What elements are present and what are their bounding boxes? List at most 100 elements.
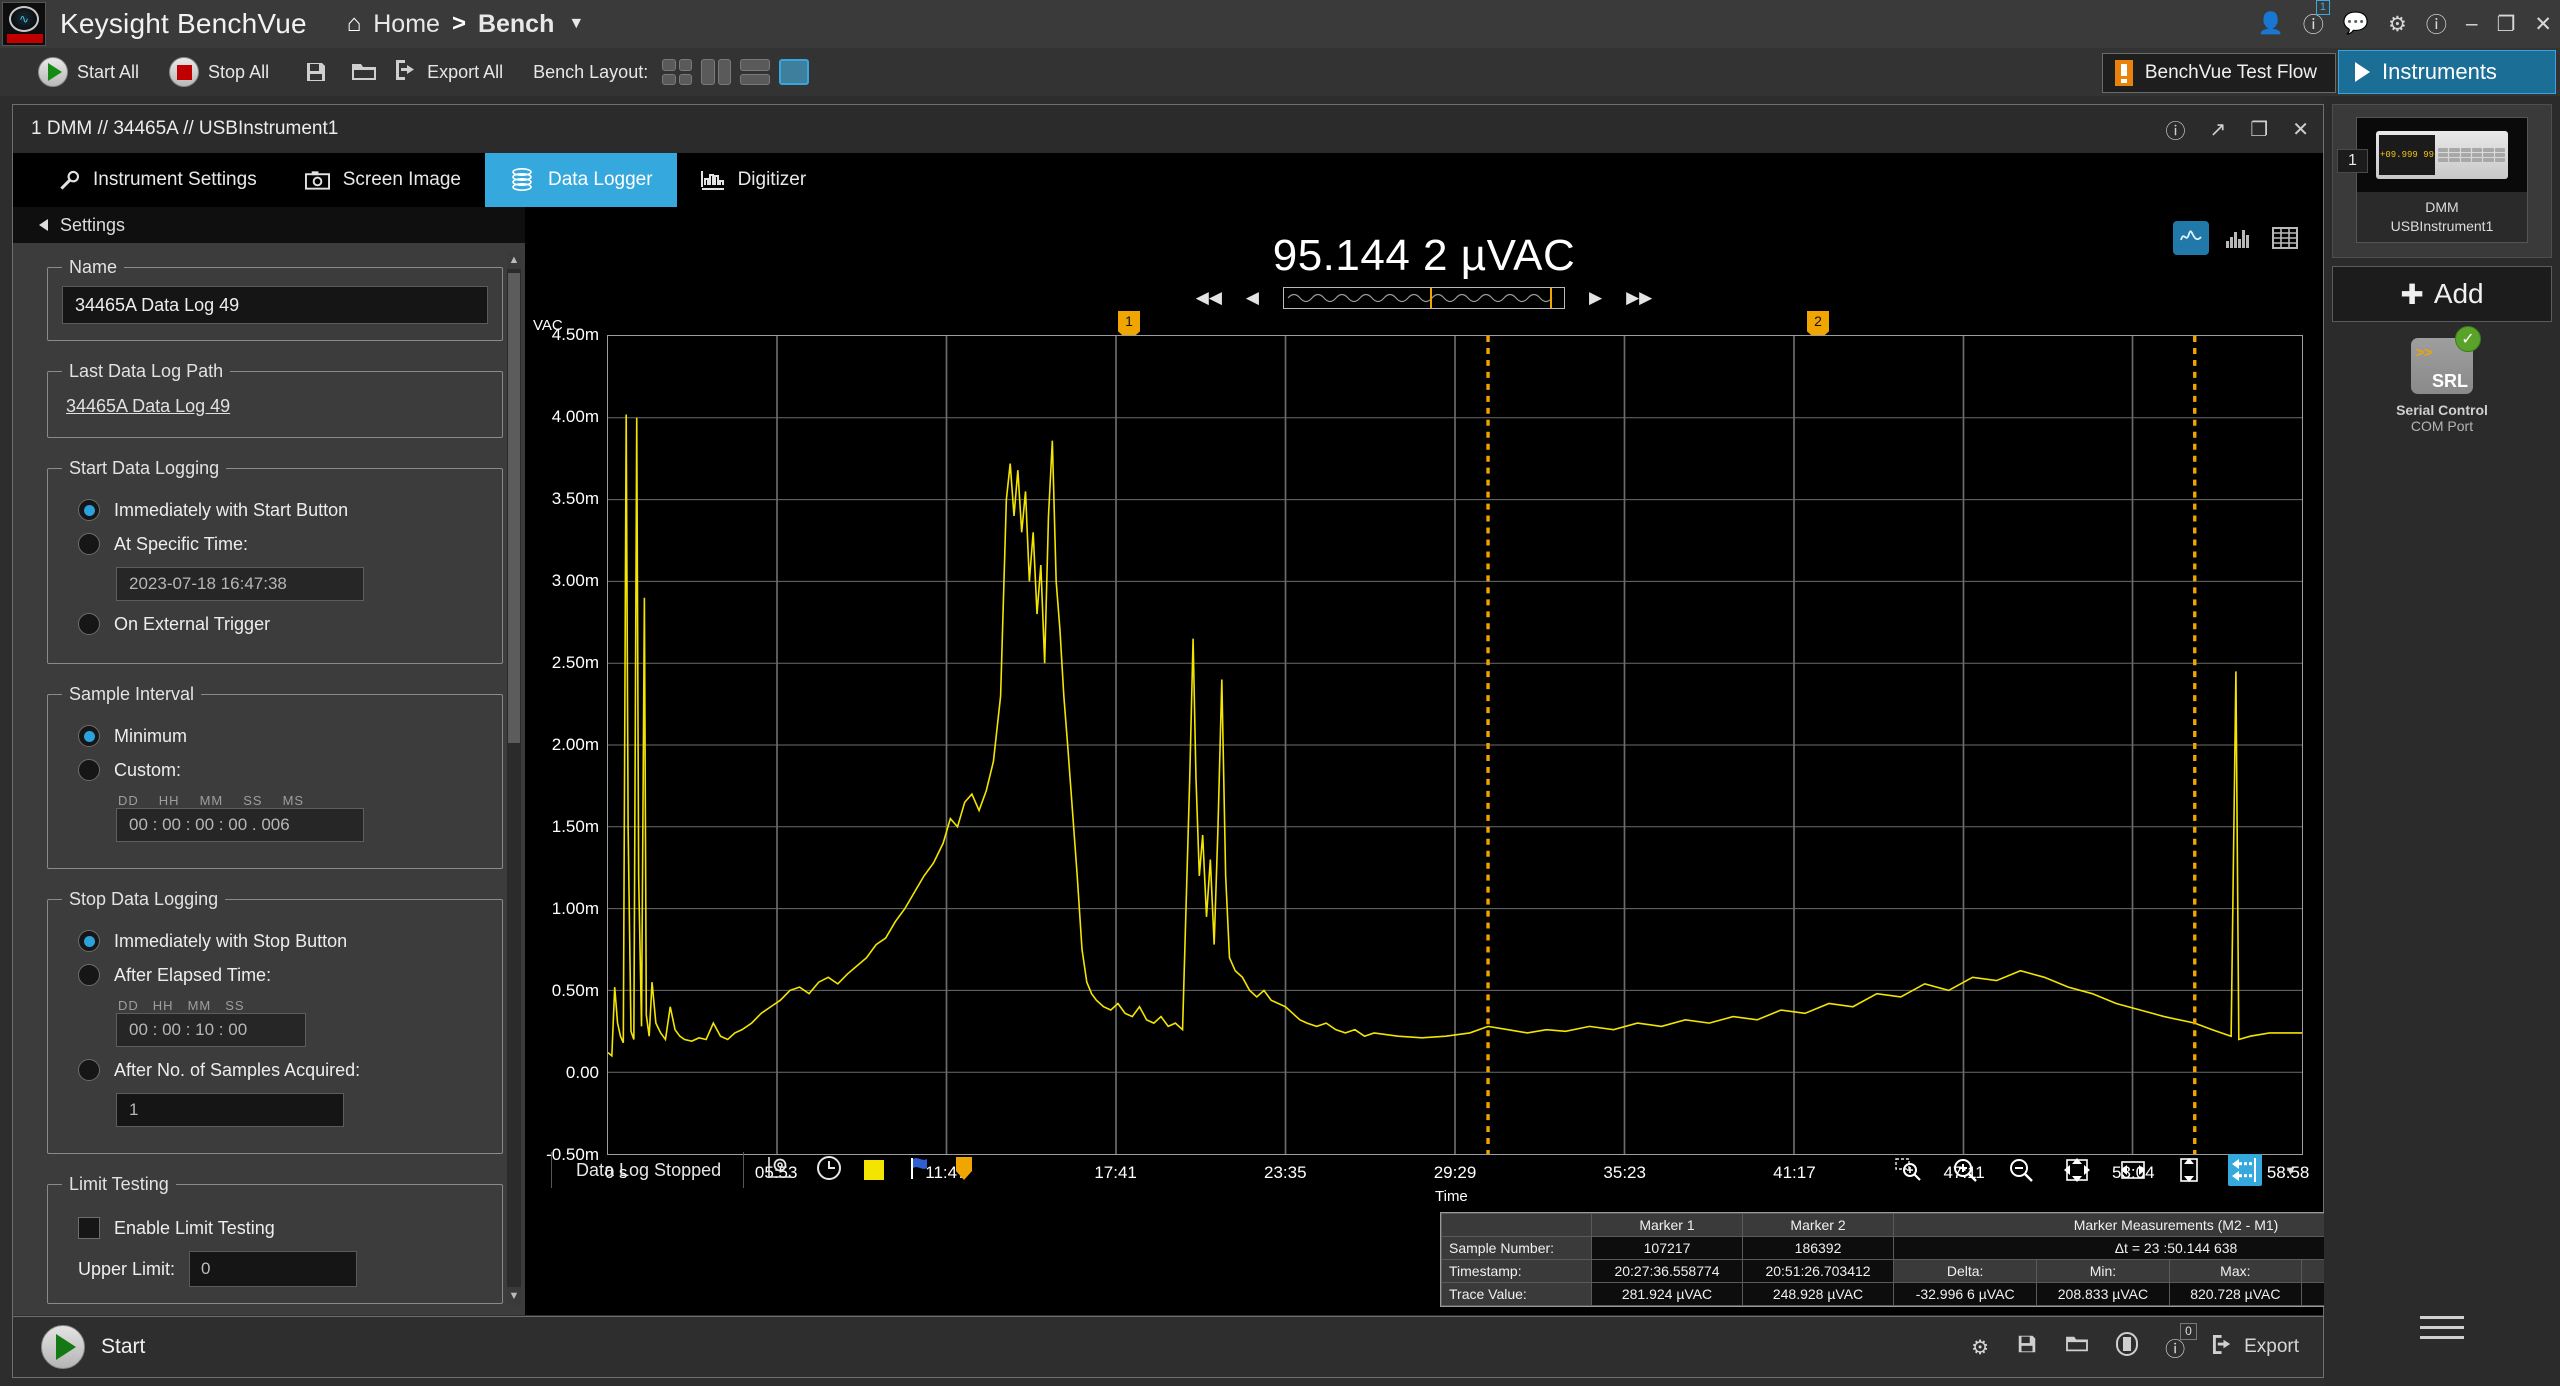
radio-start-at-time[interactable]: At Specific Time: (78, 533, 488, 555)
zoom-box-icon[interactable] (1892, 1154, 1926, 1186)
gear-icon[interactable]: ⚙ (2388, 12, 2407, 37)
settings-header[interactable]: Settings (13, 207, 525, 243)
settings-scrollbar[interactable]: ▲ ▼ (507, 251, 521, 1305)
popout-icon[interactable]: ↗ (2210, 117, 2227, 142)
instruments-panel-toggle[interactable]: Instruments (2338, 50, 2556, 94)
save-icon[interactable] (2016, 1333, 2038, 1361)
radio-start-external-trigger[interactable]: On External Trigger (78, 613, 488, 635)
group-legend: Last Data Log Path (62, 361, 230, 382)
step-forward-icon[interactable]: ▶ (1589, 288, 1602, 308)
radio-label: Minimum (114, 726, 187, 747)
home-icon[interactable]: ⌂ (347, 10, 362, 38)
plot-canvas[interactable] (607, 335, 2303, 1155)
breadcrumb-bench[interactable]: Bench (478, 10, 554, 39)
skip-forward-icon[interactable]: ▶▶ (1626, 288, 1652, 308)
tab-label: Digitizer (738, 169, 807, 191)
add-instrument-button[interactable]: ✚ Add (2332, 266, 2552, 322)
y-axis-tick: 3.50m (552, 489, 599, 509)
help-icon[interactable]: ⓘ (2166, 115, 2186, 144)
layout-two-column-button[interactable] (701, 59, 731, 85)
flag-icon[interactable] (906, 1155, 932, 1186)
radio-label: At Specific Time: (114, 534, 248, 555)
alert-icon[interactable]: ⓘ 0 (2165, 1333, 2185, 1362)
start-all-button[interactable]: Start All (38, 57, 139, 87)
start-specific-time-input[interactable]: 2023-07-18 16:47:38 (116, 567, 364, 601)
device-icon[interactable] (2116, 1332, 2138, 1362)
sample-interval-input[interactable]: 00 : 00 : 00 : 00 . 006 (116, 808, 364, 842)
layout-two-row-button[interactable] (740, 59, 770, 85)
pan-left-icon[interactable] (2228, 1154, 2262, 1186)
zoom-out-icon[interactable] (2004, 1154, 2038, 1186)
layout-quad-button[interactable] (662, 59, 692, 85)
tab-data-logger[interactable]: Data Logger (485, 153, 677, 207)
table-corner (1442, 1214, 1592, 1237)
gear-icon[interactable]: ⚙ (1971, 1335, 1989, 1360)
stop-all-button[interactable]: Stop All (169, 57, 269, 87)
open-folder-icon[interactable] (2065, 1334, 2089, 1360)
last-data-log-path-link[interactable]: 34465A Data Log 49 (66, 396, 230, 417)
chart-area: 95.144 2 µVAC ◀◀ ◀ (525, 207, 2323, 1315)
benchvue-test-flow-button[interactable]: BenchVue Test Flow (2102, 53, 2336, 93)
trace-view-icon[interactable] (2173, 221, 2209, 255)
radio-interval-custom[interactable]: Custom: (78, 759, 488, 781)
hamburger-icon[interactable] (2420, 1316, 2464, 1346)
tab-label: Data Logger (548, 169, 653, 191)
fit-all-icon[interactable] (2060, 1154, 2094, 1186)
close-icon[interactable]: ✕ (2534, 12, 2552, 37)
time-icon[interactable] (816, 1155, 842, 1186)
enable-limit-testing-checkbox[interactable]: Enable Limit Testing (78, 1217, 488, 1239)
table-view-icon[interactable] (2267, 221, 2303, 255)
datalog-name-input[interactable]: 34465A Data Log 49 (62, 286, 488, 324)
upper-limit-input[interactable]: 0 (189, 1251, 357, 1287)
close-icon[interactable]: ✕ (2292, 117, 2309, 142)
alert-icon[interactable]: ⓘ 1 (2303, 9, 2324, 39)
save-icon[interactable] (299, 55, 333, 89)
scroll-down-arrow[interactable]: ▼ (507, 1287, 521, 1305)
marker-icon[interactable] (954, 1155, 974, 1186)
radio-stop-after-samples[interactable]: After No. of Samples Acquired: (78, 1059, 488, 1081)
restore-icon[interactable]: ❐ (2497, 12, 2516, 37)
elapsed-time-input[interactable]: 00 : 00 : 10 : 00 (116, 1013, 306, 1047)
tab-digitizer[interactable]: Digitizer (677, 153, 831, 207)
zoom-in-icon[interactable] (1948, 1154, 1982, 1186)
chevron-down-icon[interactable]: ▼ (568, 15, 584, 33)
layout-single-button[interactable] (779, 59, 809, 85)
radio-label: On External Trigger (114, 614, 270, 635)
export-button[interactable]: Export (2212, 1334, 2299, 1361)
dmm-thumbnail: +09.999 99 (2357, 118, 2527, 192)
user-icon[interactable]: 👤 (2258, 12, 2284, 36)
chevron-down-icon[interactable]: ▼ (2284, 1163, 2297, 1178)
radio-stop-immediately[interactable]: Immediately with Stop Button (78, 930, 488, 952)
fit-horizontal-icon[interactable] (2116, 1154, 2150, 1186)
radio-interval-minimum[interactable]: Minimum (78, 725, 488, 747)
samples-count-input[interactable]: 1 (116, 1093, 344, 1127)
restore-icon[interactable]: ❐ (2250, 117, 2268, 142)
breadcrumb-home[interactable]: Home (373, 10, 440, 39)
help-icon[interactable]: ⓘ (2426, 9, 2447, 39)
radio-start-immediately[interactable]: Immediately with Start Button (78, 499, 488, 521)
y-axis-tick: 2.00m (552, 735, 599, 755)
histogram-view-icon[interactable] (2220, 221, 2256, 255)
step-back-icon[interactable]: ◀ (1246, 288, 1259, 308)
fit-vertical-icon[interactable] (2172, 1154, 2206, 1186)
scrollbar-thumb[interactable] (508, 273, 520, 743)
time-header-ms: MS (283, 793, 305, 808)
skip-back-icon[interactable]: ◀◀ (1196, 288, 1222, 308)
open-folder-icon[interactable] (347, 55, 381, 89)
chart-settings-icon[interactable] (766, 1155, 794, 1186)
instrument-card-dmm[interactable]: +09.999 99 DMM USBInstrument1 (2356, 117, 2528, 243)
minimize-icon[interactable]: – (2466, 12, 2478, 36)
radio-stop-after-elapsed[interactable]: After Elapsed Time: (78, 964, 488, 986)
tab-screen-image[interactable]: Screen Image (281, 153, 485, 207)
tab-instrument-settings[interactable]: Instrument Settings (33, 153, 281, 207)
trace-color-swatch[interactable] (864, 1160, 884, 1180)
export-all-button[interactable]: Export All (395, 59, 503, 86)
overview-strip[interactable] (1283, 287, 1565, 309)
scroll-up-arrow[interactable]: ▲ (507, 251, 521, 269)
settings-sidebar: Settings Name 34465A Data Log 49 Last Da… (13, 207, 525, 1315)
bottom-bar: Start ⚙ ⓘ 0 Export (12, 1316, 2324, 1378)
start-button[interactable]: Start (41, 1325, 145, 1369)
bench-layout-label: Bench Layout: (533, 62, 648, 83)
serial-control-item[interactable]: ✓ >> SRL Serial Control COM Port (2324, 338, 2560, 434)
chat-icon[interactable]: 💬 (2343, 12, 2369, 36)
